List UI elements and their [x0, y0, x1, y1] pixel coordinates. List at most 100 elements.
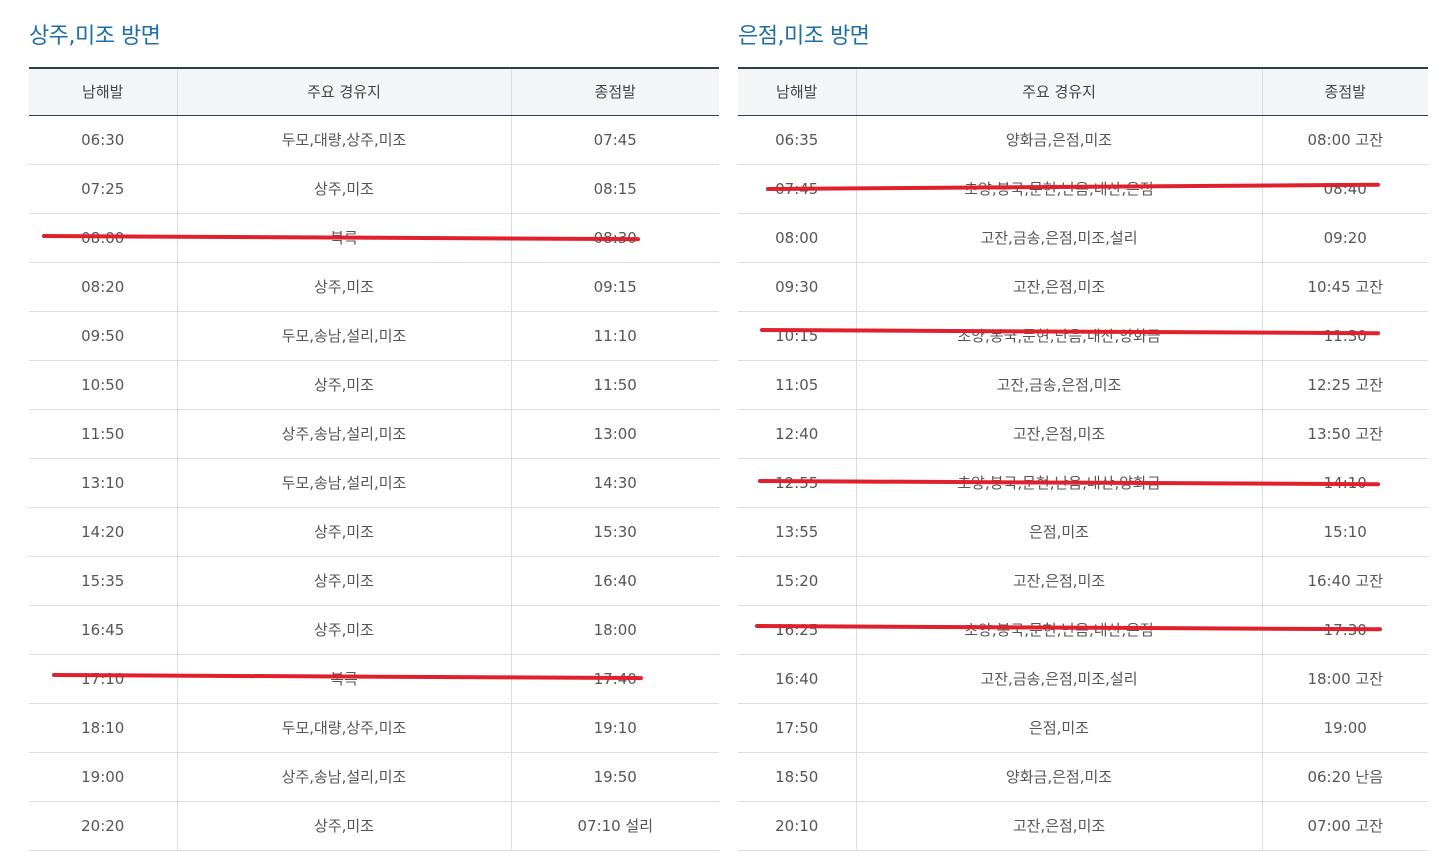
table-row: 09:30 고잔,은점,미조 10:45 고잔	[738, 262, 1428, 312]
terminal-time-cell: 14:30	[510, 458, 719, 508]
terminal-time-cell: 11:30	[1261, 311, 1428, 361]
stops-cell: 상주,미조	[176, 507, 511, 557]
table-row: 10:50 상주,미조 11:50	[29, 360, 719, 410]
table-row: 07:45 초양,봉국,문현,난음,내산,은점 08:40	[738, 164, 1428, 214]
table-row: 20:10 고잔,은점,미조 07:00 고잔	[738, 801, 1428, 851]
table-row: 12:55 초양,봉국,문현,난음,내산,양화금 14:10	[738, 458, 1428, 508]
section-title: 상주,미조 방면	[29, 24, 161, 49]
col-header-departure: 남해발	[738, 67, 856, 116]
departure-time-cell: 10:15	[738, 311, 856, 361]
stops-cell: 은점,미조	[855, 507, 1262, 557]
departure-time-cell: 19:00	[29, 752, 177, 802]
stops-cell: 양화금,은점,미조	[855, 115, 1262, 165]
terminal-time-cell: 17:30	[1261, 605, 1428, 655]
terminal-time-cell: 19:00	[1261, 703, 1428, 753]
stops-cell: 고잔,은점,미조	[855, 556, 1262, 606]
col-header-terminal: 종점발	[510, 67, 719, 116]
stops-cell: 상주,송남,설리,미조	[176, 409, 511, 459]
terminal-time-cell: 15:30	[510, 507, 719, 557]
table-row: 13:55 은점,미조 15:10	[738, 507, 1428, 557]
timetable-panel-eunjeom-mijo: 은점,미조 방면 남해발 주요 경유지 종점발 06:35 양화금,은점,미조 08…	[738, 0, 1428, 851]
terminal-time-cell: 11:10	[510, 311, 719, 361]
departure-time-cell: 15:20	[738, 556, 856, 606]
col-header-terminal: 종점발	[1261, 67, 1428, 116]
terminal-time-cell: 07:45	[510, 115, 719, 165]
table-row: 11:50 상주,송남,설리,미조 13:00	[29, 409, 719, 459]
terminal-time-cell: 19:50	[510, 752, 719, 802]
terminal-time-cell: 09:20	[1261, 213, 1428, 263]
table-row: 15:20 고잔,은점,미조 16:40 고잔	[738, 556, 1428, 606]
departure-time-cell: 18:50	[738, 752, 856, 802]
departure-time-cell: 08:00	[738, 213, 856, 263]
stops-cell: 고잔,금송,은점,미조,설리	[855, 213, 1262, 263]
terminal-time-cell: 08:15	[510, 164, 719, 214]
stops-cell: 두모,송남,설리,미조	[176, 458, 511, 508]
stops-cell: 복륵	[176, 213, 511, 263]
table-row: 08:00 고잔,금송,은점,미조,설리 09:20	[738, 213, 1428, 263]
table-row: 19:00 상주,송남,설리,미조 19:50	[29, 752, 719, 802]
table-row: 07:25 상주,미조 08:15	[29, 164, 719, 214]
departure-time-cell: 16:25	[738, 605, 856, 655]
departure-time-cell: 20:10	[738, 801, 856, 851]
table-row: 06:30 두모,대량,상주,미조 07:45	[29, 115, 719, 165]
table-row: 17:10 복륵 17:40	[29, 654, 719, 704]
departure-time-cell: 09:30	[738, 262, 856, 312]
departure-time-cell: 17:50	[738, 703, 856, 753]
stops-cell: 상주,미조	[176, 262, 511, 312]
table-row: 06:35 양화금,은점,미조 08:00 고잔	[738, 115, 1428, 165]
timetable: 남해발 주요 경유지 종점발 06:30 두모,대량,상주,미조 07:45 07:2…	[29, 67, 719, 851]
departure-time-cell: 13:55	[738, 507, 856, 557]
terminal-time-cell: 08:30	[510, 213, 719, 263]
departure-time-cell: 20:20	[29, 801, 177, 851]
terminal-time-cell: 17:40	[510, 654, 719, 704]
departure-time-cell: 16:40	[738, 654, 856, 704]
stops-cell: 고잔,은점,미조	[855, 409, 1262, 459]
departure-time-cell: 11:50	[29, 409, 177, 459]
departure-time-cell: 18:10	[29, 703, 177, 753]
stops-cell: 상주,미조	[176, 801, 511, 851]
table-row: 14:20 상주,미조 15:30	[29, 507, 719, 557]
terminal-time-cell: 19:10	[510, 703, 719, 753]
stops-cell: 초양,봉국,문현,난음,내산,양화금	[855, 311, 1262, 361]
table-row: 10:15 초양,봉국,문현,난음,내산,양화금 11:30	[738, 311, 1428, 361]
terminal-time-cell: 14:10	[1261, 458, 1428, 508]
departure-time-cell: 11:05	[738, 360, 856, 410]
table-row: 11:05 고잔,금송,은점,미조 12:25 고잔	[738, 360, 1428, 410]
terminal-time-cell: 18:00 고잔	[1261, 654, 1428, 704]
section-title: 은점,미조 방면	[738, 24, 870, 49]
table-row: 12:40 고잔,은점,미조 13:50 고잔	[738, 409, 1428, 459]
table-row: 18:10 두모,대량,상주,미조 19:10	[29, 703, 719, 753]
table-body-right: 06:35 양화금,은점,미조 08:00 고잔 07:45 초양,봉국,문현,난음,내…	[738, 115, 1428, 851]
table-row: 09:50 두모,송남,설리,미조 11:10	[29, 311, 719, 361]
stops-cell: 두모,대량,상주,미조	[176, 703, 511, 753]
terminal-time-cell: 06:20 난음	[1261, 752, 1428, 802]
departure-time-cell: 16:45	[29, 605, 177, 655]
col-header-stops: 주요 경유지	[176, 67, 511, 116]
departure-time-cell: 08:20	[29, 262, 177, 312]
table-body-left: 06:30 두모,대량,상주,미조 07:45 07:25 상주,미조 08:15 08:0…	[29, 115, 719, 851]
stops-cell: 고잔,금송,은점,미조,설리	[855, 654, 1262, 704]
terminal-time-cell: 13:00	[510, 409, 719, 459]
table-row: 16:45 상주,미조 18:00	[29, 605, 719, 655]
table-row: 13:10 두모,송남,설리,미조 14:30	[29, 458, 719, 508]
terminal-time-cell: 07:10 설리	[510, 801, 719, 851]
terminal-time-cell: 16:40 고잔	[1261, 556, 1428, 606]
stops-cell: 은점,미조	[855, 703, 1262, 753]
stops-cell: 상주,미조	[176, 360, 511, 410]
terminal-time-cell: 16:40	[510, 556, 719, 606]
terminal-time-cell: 15:10	[1261, 507, 1428, 557]
stops-cell: 초양,봉국,문현,난음,내산,은점	[855, 605, 1262, 655]
table-row: 15:35 상주,미조 16:40	[29, 556, 719, 606]
departure-time-cell: 17:10	[29, 654, 177, 704]
table-row: 16:25 초양,봉국,문현,난음,내산,은점 17:30	[738, 605, 1428, 655]
terminal-time-cell: 11:50	[510, 360, 719, 410]
departure-time-cell: 06:30	[29, 115, 177, 165]
table-row: 16:40 고잔,금송,은점,미조,설리 18:00 고잔	[738, 654, 1428, 704]
terminal-time-cell: 07:00 고잔	[1261, 801, 1428, 851]
departure-time-cell: 08:00	[29, 213, 177, 263]
stops-cell: 상주,송남,설리,미조	[176, 752, 511, 802]
table-header-row: 남해발 주요 경유지 종점발	[29, 67, 719, 116]
table-row: 18:50 양화금,은점,미조 06:20 난음	[738, 752, 1428, 802]
departure-time-cell: 07:45	[738, 164, 856, 214]
terminal-time-cell: 08:40	[1261, 164, 1428, 214]
